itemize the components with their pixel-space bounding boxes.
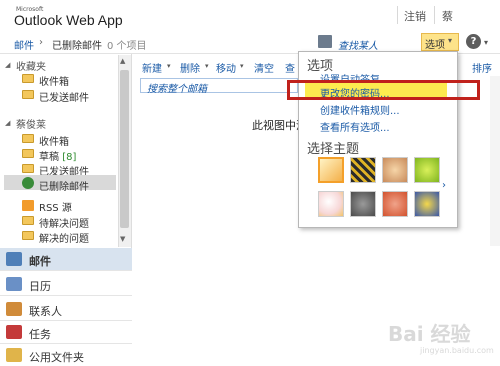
- calendar-icon: [6, 277, 22, 291]
- scroll-up-icon[interactable]: ▲: [120, 57, 125, 65]
- theme-heading: 选择主题: [307, 142, 360, 157]
- theme-swatch[interactable]: [350, 191, 376, 217]
- sidebar-item-inbox-fav[interactable]: 收件箱: [39, 73, 69, 88]
- empty-button[interactable]: 清空: [254, 60, 274, 75]
- menu-item-inbox-rules[interactable]: 创建收件箱规则...: [320, 102, 400, 117]
- chevron-down-icon[interactable]: ▾: [448, 36, 452, 45]
- theme-next-icon[interactable]: ›: [442, 180, 446, 191]
- annotation-box: [287, 80, 480, 100]
- collapse-arrow-icon[interactable]: ◢: [5, 61, 10, 69]
- chevron-down-icon[interactable]: ▾: [205, 62, 209, 70]
- scroll-down-icon[interactable]: ▼: [120, 235, 125, 243]
- sidebar-item-inbox[interactable]: 收件箱: [39, 133, 69, 148]
- sort-button[interactable]: 排序: [472, 60, 492, 75]
- divider: [434, 6, 435, 24]
- folder-icon: [22, 231, 34, 240]
- sidebar-item-pending[interactable]: 待解决问题: [39, 215, 89, 230]
- search-placeholder[interactable]: 搜索整个邮箱: [147, 80, 207, 95]
- breadcrumb-mail[interactable]: 邮件: [14, 37, 34, 52]
- folder-icon: [22, 74, 34, 83]
- sidebar-item-deleted[interactable]: 已删除邮件: [39, 178, 89, 193]
- folder-icon: [22, 134, 34, 143]
- favorites-heading[interactable]: 收藏夹: [16, 58, 46, 73]
- address-book-icon[interactable]: [318, 35, 332, 48]
- delete-button[interactable]: 删除: [180, 60, 200, 75]
- message-list-scrollbar[interactable]: [490, 76, 500, 246]
- mail-icon: [6, 252, 22, 266]
- mailbox-heading[interactable]: 蔡俊莱: [16, 116, 46, 131]
- folder-icon: [22, 216, 34, 225]
- tasks-icon: [6, 325, 22, 339]
- watermark: Bai 经验: [388, 322, 471, 346]
- signout-link[interactable]: 注销: [404, 8, 426, 24]
- scrollbar-thumb[interactable]: [120, 70, 129, 228]
- contacts-icon: [6, 302, 22, 316]
- deleted-items-icon: [22, 177, 34, 189]
- find-someone-link[interactable]: 查找某人: [338, 37, 378, 52]
- divider: [0, 320, 132, 321]
- watermark-url: jingyan.baidu.com: [420, 346, 494, 355]
- sidebar-item-rss[interactable]: RSS 源: [39, 199, 72, 214]
- chevron-down-icon[interactable]: ▾: [484, 38, 488, 47]
- chevron-down-icon[interactable]: ▾: [240, 62, 244, 70]
- sidebar-item-drafts[interactable]: 草稿 [8]: [39, 148, 76, 163]
- breadcrumb-separator: ›: [39, 37, 43, 48]
- divider: [397, 6, 398, 24]
- menu-item-all-options[interactable]: 查看所有选项...: [320, 119, 390, 134]
- module-public-folders[interactable]: 公用文件夹: [29, 349, 84, 365]
- drafts-count: [8]: [62, 152, 77, 163]
- theme-swatch[interactable]: [382, 191, 408, 217]
- theme-swatch[interactable]: [414, 157, 440, 183]
- breadcrumb-folder: 已删除邮件: [52, 41, 102, 52]
- public-folders-icon: [6, 348, 22, 362]
- collapse-arrow-icon[interactable]: ◢: [5, 119, 10, 127]
- sidebar-item-resolved[interactable]: 解决的问题: [39, 230, 89, 245]
- help-icon[interactable]: ?: [466, 34, 481, 49]
- module-calendar[interactable]: 日历: [29, 278, 51, 294]
- user-name[interactable]: 蔡: [442, 8, 453, 24]
- app-title: Outlook Web App: [14, 12, 123, 28]
- folder-icon: [22, 149, 34, 158]
- view-button[interactable]: 查: [285, 60, 295, 75]
- divider: [0, 295, 132, 296]
- options-label[interactable]: 选项: [425, 36, 445, 51]
- item-count: 0 个项目: [107, 41, 147, 52]
- rss-icon: [22, 200, 34, 211]
- folder-icon: [22, 164, 34, 173]
- theme-swatch[interactable]: [318, 157, 344, 183]
- theme-swatch[interactable]: [414, 191, 440, 217]
- module-mail[interactable]: 邮件: [29, 253, 51, 269]
- folder-icon: [22, 90, 34, 99]
- move-button[interactable]: 移动: [216, 60, 236, 75]
- divider: [0, 270, 132, 271]
- module-contacts[interactable]: 联系人: [29, 303, 62, 319]
- module-tasks[interactable]: 任务: [29, 326, 51, 342]
- new-button[interactable]: 新建: [142, 60, 162, 75]
- divider: [0, 343, 132, 344]
- drafts-label: 草稿: [39, 152, 59, 163]
- theme-swatch[interactable]: [382, 157, 408, 183]
- theme-swatch[interactable]: [318, 191, 344, 217]
- theme-swatch[interactable]: [350, 157, 376, 183]
- sidebar-item-sent-fav[interactable]: 已发送邮件: [39, 89, 89, 104]
- chevron-down-icon[interactable]: ▾: [167, 62, 171, 70]
